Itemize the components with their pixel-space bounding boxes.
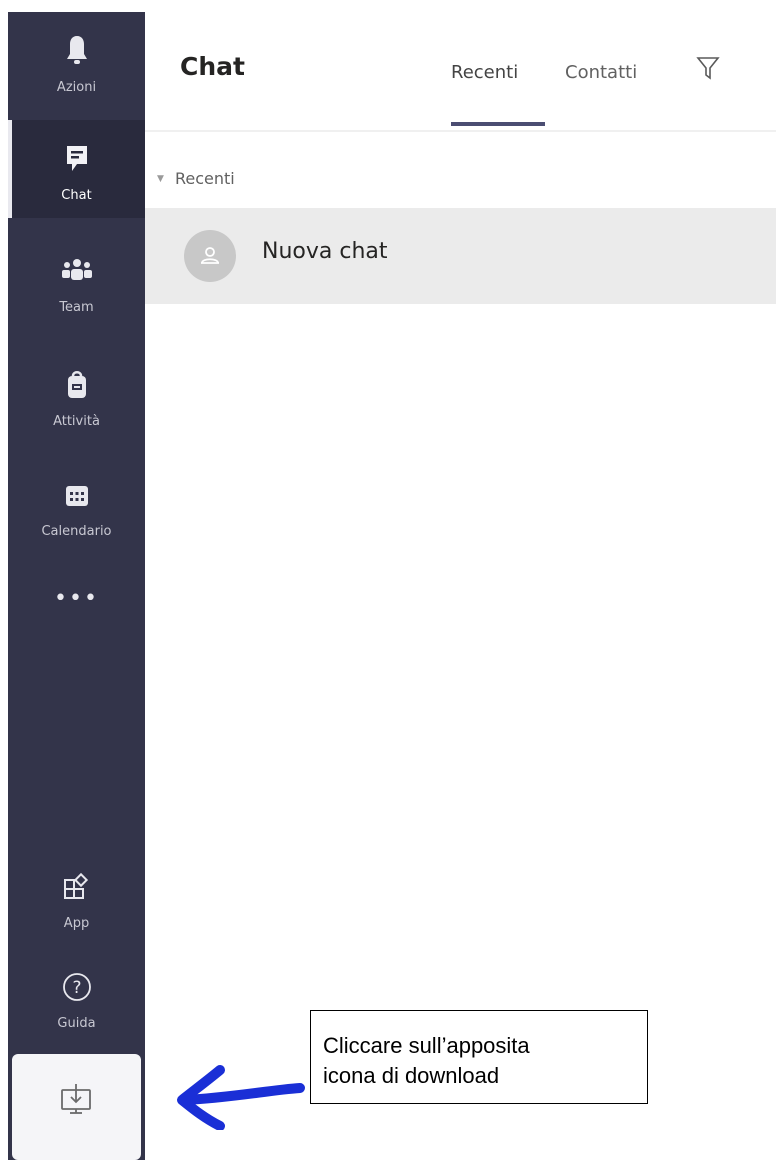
rail-item-azioni[interactable]: Azioni xyxy=(8,12,145,112)
annotation-line-1: Cliccare sull’apposita xyxy=(323,1033,530,1058)
rail-label-azioni: Azioni xyxy=(56,80,97,95)
rail-label-attivita: Attività xyxy=(53,414,100,429)
chat-header: Chat Recenti Contatti xyxy=(145,12,776,130)
assignment-bag-icon xyxy=(67,371,86,398)
download-app-icon xyxy=(61,1084,91,1114)
page-title: Chat xyxy=(180,52,245,81)
list-item-nuova-chat[interactable]: Nuova chat xyxy=(145,208,776,304)
rail-item-calendario[interactable]: Calendario xyxy=(8,458,145,558)
annotation-line-2: icona di download xyxy=(323,1063,500,1088)
rail-item-more[interactable]: ••• xyxy=(8,572,145,632)
bell-icon xyxy=(66,36,87,64)
avatar-icon xyxy=(184,230,236,282)
rail-label-guida: Guida xyxy=(57,1016,96,1031)
tab-recenti[interactable]: Recenti xyxy=(451,62,518,83)
calendar-icon xyxy=(65,486,88,506)
rail-label-calendario: Calendario xyxy=(41,524,112,539)
teams-icon xyxy=(61,259,92,280)
tab-selected-indicator xyxy=(451,122,545,126)
header-divider xyxy=(145,130,776,132)
chat-icon xyxy=(66,146,87,171)
rail-item-chat[interactable]: Chat xyxy=(8,120,145,218)
apps-icon xyxy=(63,872,88,899)
rail-item-guida[interactable]: ? Guida xyxy=(8,960,145,1060)
rail-item-attivita[interactable]: Attività xyxy=(8,346,145,446)
help-icon: ? xyxy=(62,973,91,1001)
annotation-callout: Cliccare sull’apposita icona di download xyxy=(310,1010,648,1104)
rail-label-team: Team xyxy=(59,300,94,315)
rail-label-chat: Chat xyxy=(61,188,92,203)
rail-item-team[interactable]: Team xyxy=(8,230,145,330)
rail-item-app[interactable]: App xyxy=(8,852,145,952)
svg-text:?: ? xyxy=(72,978,81,998)
rail-label-app: App xyxy=(63,916,90,931)
download-app-button[interactable] xyxy=(12,1054,141,1160)
section-label-recenti[interactable]: Recenti xyxy=(175,169,235,188)
list-item-label: Nuova chat xyxy=(262,239,388,264)
filter-icon[interactable] xyxy=(696,55,720,81)
collapse-caret-icon[interactable]: ▼ xyxy=(157,174,164,184)
tab-contatti[interactable]: Contatti xyxy=(565,62,637,83)
annotation-arrow-icon xyxy=(177,1065,305,1130)
more-icon: ••• xyxy=(54,586,99,611)
app-rail: Azioni Chat Team Attività Calendario •••… xyxy=(8,12,145,1160)
